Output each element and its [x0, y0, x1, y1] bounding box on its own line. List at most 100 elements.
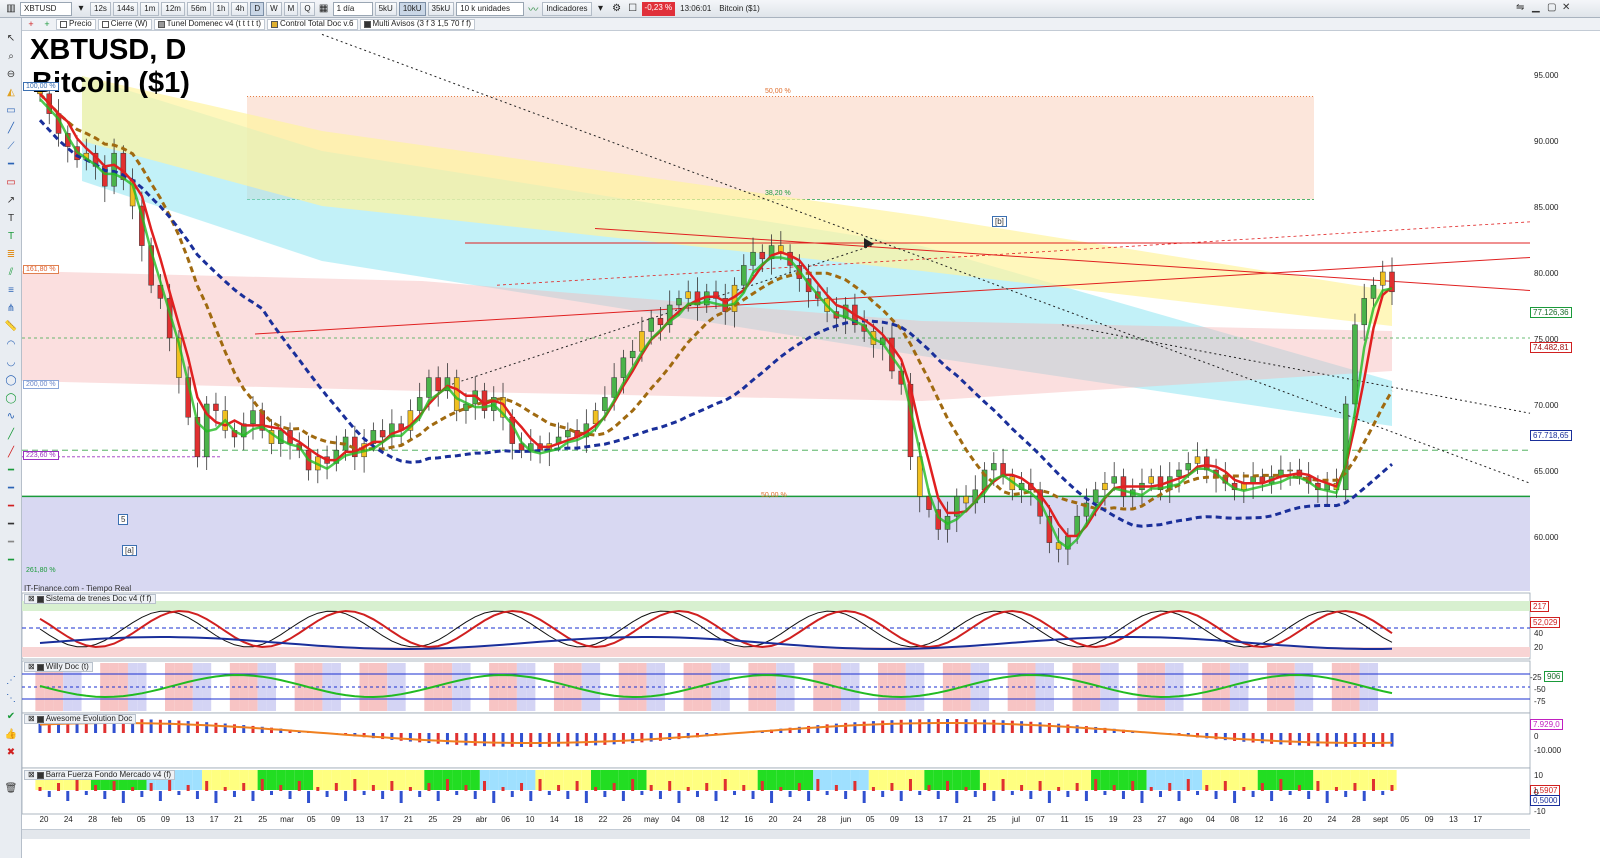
timeframe-m[interactable]: M	[283, 1, 299, 16]
ruler-icon[interactable]: 📏	[3, 320, 19, 334]
barra-bar	[66, 791, 70, 801]
candle-body	[111, 152, 117, 187]
dropdown-arrow-icon[interactable]: ▾	[74, 2, 88, 16]
candle-body	[648, 317, 654, 332]
close-pane-icon[interactable]: ⊠	[28, 594, 35, 604]
overlay-avisos[interactable]: Multi Avisos (3 f 3 1,5 70 f f)	[359, 18, 476, 30]
circle-icon[interactable]: ◯	[3, 392, 19, 406]
timeframe-1m[interactable]: 1m	[140, 1, 160, 16]
settings-icon[interactable]: ⚙	[610, 2, 624, 16]
timeframe-w[interactable]: W	[266, 1, 282, 16]
channel-icon[interactable]: ⫽	[3, 266, 19, 280]
awesome-bar	[871, 721, 875, 733]
x-tick: feb	[111, 815, 123, 824]
fibonacci-icon[interactable]: ≣	[3, 248, 19, 262]
overlay-tunel[interactable]: Tunel Domenec v4 (t t t t t)	[153, 18, 265, 30]
indicators-button[interactable]: Indicadores	[542, 1, 592, 16]
indicator-title-trenes[interactable]: ⊠ Sistema de trenes Doc v4 (f f)	[24, 594, 156, 604]
zoom-icon[interactable]: ⌕	[3, 50, 19, 64]
add-icon[interactable]: +	[24, 17, 38, 31]
trend-red-icon[interactable]: ╱	[3, 446, 19, 460]
chart-area[interactable]: XBTUSD, D Bitcoin ($1) IT-Finance.com - …	[22, 31, 1600, 858]
hline-red-icon[interactable]: ━	[3, 500, 19, 514]
dropdown-arrow-icon[interactable]: ▾	[594, 2, 608, 16]
tick-35ku[interactable]: 35kU	[427, 1, 455, 16]
symbol-field[interactable]: XBTUSD	[20, 1, 72, 16]
barra-block	[1007, 770, 1017, 790]
arc-icon[interactable]: ◡	[3, 356, 19, 370]
awesome-bar	[1001, 720, 1005, 733]
trash-icon[interactable]: 🗑	[3, 782, 19, 796]
timeframe-4h[interactable]: 4h	[231, 1, 249, 16]
hline-green-icon[interactable]: ━	[3, 464, 19, 478]
pattern-icon[interactable]: ⋰	[3, 674, 19, 688]
indicator-title-barra[interactable]: ⊠ Barra Fuerza Fondo Mercado v4 (f)	[24, 770, 176, 780]
arrow-icon[interactable]: ↗	[3, 194, 19, 208]
candle-body	[759, 251, 766, 260]
barra-block	[915, 770, 925, 790]
text-icon[interactable]: T	[3, 212, 19, 226]
close-icon[interactable]: ✕	[1562, 2, 1570, 13]
timeframe-144s[interactable]: 144s	[112, 1, 139, 16]
horizontal-scrollbar[interactable]	[22, 829, 1530, 839]
hline-dark-icon[interactable]: ━	[3, 518, 19, 532]
close-pane-icon[interactable]: ⊠	[28, 714, 35, 724]
timeframe-d[interactable]: D	[250, 1, 265, 16]
timeframe-1h[interactable]: 1h	[212, 1, 230, 16]
line-icon[interactable]: ╱	[3, 122, 19, 136]
change-badge: -0,23 %	[641, 1, 676, 16]
alert-icon[interactable]: ◭	[3, 86, 19, 100]
overlay-control[interactable]: Control Total Doc v.6	[266, 18, 358, 30]
units-select[interactable]: 10 k unidades	[456, 1, 525, 16]
timeframe-q[interactable]: Q	[300, 1, 315, 16]
text-green-icon[interactable]: T	[3, 230, 19, 244]
x-tick: 09	[161, 815, 170, 824]
timeframe-12m[interactable]: 12m	[161, 1, 185, 16]
overlay-close[interactable]: Cierre (W)	[97, 18, 152, 30]
indicators-icon[interactable]: 〰	[526, 2, 540, 16]
x-tick: 13	[185, 815, 195, 824]
close-pane-icon[interactable]: ⊠	[28, 662, 35, 672]
indicator-title-willy[interactable]: ⊠ Willy Doc (t)	[24, 662, 93, 672]
zoom-out-icon[interactable]: ⊖	[3, 68, 19, 82]
hline-blue-icon[interactable]: ━	[3, 482, 19, 496]
indicator-title-awesome[interactable]: ⊠ Awesome Evolution Doc	[24, 714, 137, 724]
timeframe-12s[interactable]: 12s	[90, 1, 111, 16]
chart-canvas[interactable]	[22, 31, 1600, 858]
barra-block	[1192, 770, 1203, 790]
ellipse-icon[interactable]: ◯	[3, 374, 19, 388]
link-icon[interactable]: ⇋	[1516, 2, 1524, 13]
thumbs-up-icon[interactable]: 👍	[3, 728, 19, 742]
cycle-icon[interactable]: ◠	[3, 338, 19, 352]
delete-icon[interactable]: ✖	[3, 746, 19, 760]
calendar-icon[interactable]: ▦	[317, 2, 331, 16]
maximize-icon[interactable]: ▢	[1547, 2, 1556, 13]
trend-icon[interactable]: ╱	[3, 428, 19, 442]
hline-icon[interactable]: ━	[3, 158, 19, 172]
chart-type-icon[interactable]: ▥	[4, 2, 18, 16]
parallel-icon[interactable]: ≡	[3, 284, 19, 298]
period-select[interactable]: 1 día	[332, 1, 373, 16]
pitchfork-icon[interactable]: ⋔	[3, 302, 19, 316]
hline-lime-icon[interactable]: ━	[3, 554, 19, 568]
add-green-icon[interactable]: +	[40, 17, 54, 31]
overlay-price[interactable]: Precio	[56, 18, 96, 30]
close-pane-icon[interactable]: ⊠	[28, 770, 35, 780]
hline-gray-icon[interactable]: ━	[3, 536, 19, 550]
timeframe-56m[interactable]: 56m	[186, 1, 211, 16]
tick-5ku[interactable]: 5kU	[374, 1, 397, 16]
wave-icon[interactable]: ∿	[3, 410, 19, 424]
barra-block	[229, 770, 240, 790]
minimize-icon[interactable]: ▁	[1532, 2, 1540, 13]
candle-body	[1370, 284, 1377, 299]
cursor-icon[interactable]: ↖	[3, 32, 19, 46]
elliott-icon[interactable]: ⋱	[3, 692, 19, 706]
check-icon[interactable]: ✔	[3, 710, 19, 724]
checkbox-icon[interactable]: ☐	[626, 2, 640, 16]
ray-icon[interactable]: ⟋	[3, 140, 19, 154]
rectangle-icon[interactable]: ▭	[3, 104, 19, 118]
box-icon[interactable]: ▭	[3, 176, 19, 190]
awesome-bar	[1057, 723, 1061, 733]
tick-10ku[interactable]: 10kU	[398, 1, 426, 16]
barra-block	[1211, 770, 1221, 790]
